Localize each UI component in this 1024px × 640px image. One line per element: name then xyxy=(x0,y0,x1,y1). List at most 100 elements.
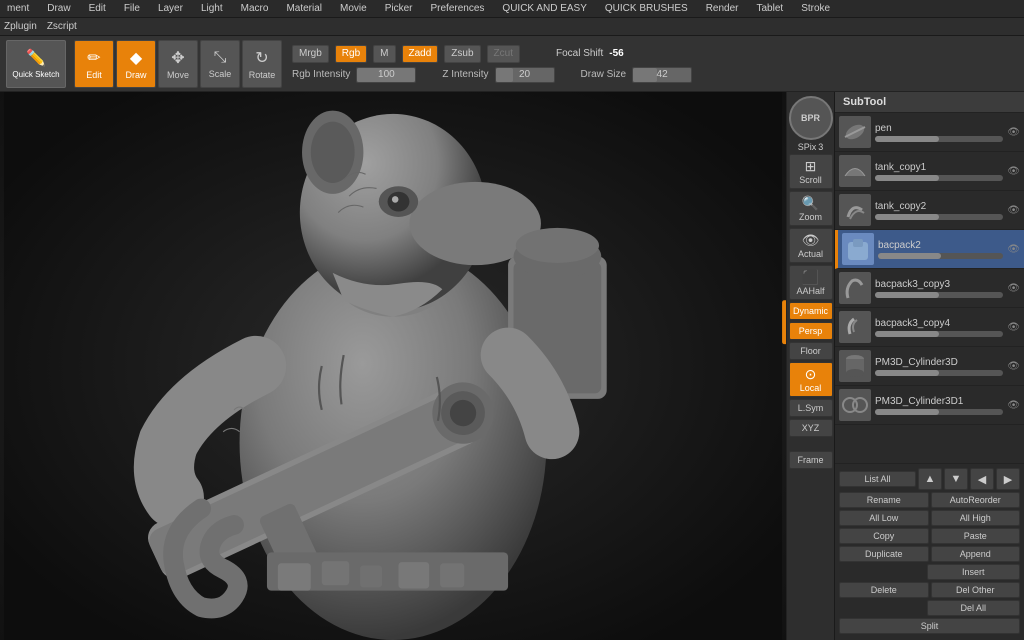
draw-button[interactable]: ◆ Draw xyxy=(116,40,156,88)
subtool-bacpack2[interactable]: bacpack2 👁 xyxy=(835,230,1024,269)
spix-label: SPix xyxy=(798,142,817,152)
subtool-bacpack3-copy4-name: bacpack3_copy4 xyxy=(875,318,1003,329)
subtool-list: pen 👁 tank_copy1 👁 xyxy=(835,113,1024,463)
copy-button[interactable]: Copy xyxy=(839,528,929,544)
scale-button[interactable]: ⤡ Scale xyxy=(200,40,240,88)
menu-light[interactable]: Light xyxy=(198,3,226,14)
xyz-button[interactable]: XYZ xyxy=(789,419,833,437)
lsym-button[interactable]: L.Sym xyxy=(789,399,833,417)
all-high-button[interactable]: All High xyxy=(931,510,1021,526)
rename-button[interactable]: Rename xyxy=(839,492,929,508)
subtool-tank-copy1-info: tank_copy1 xyxy=(875,162,1003,181)
subtool-panel: SubTool pen 👁 xyxy=(834,92,1024,640)
subtool-bacpack3-copy4[interactable]: bacpack3_copy4 👁 xyxy=(835,308,1024,347)
duplicate-button[interactable]: Duplicate xyxy=(839,546,929,562)
arrow-down-button[interactable]: ▼ xyxy=(944,468,968,490)
dynamic-button[interactable]: Dynamic xyxy=(789,302,833,320)
all-low-button[interactable]: All Low xyxy=(839,510,929,526)
eye-bacpack3c4[interactable]: 👁 xyxy=(1007,322,1020,333)
menu-quick-brushes[interactable]: QUICK BRUSHES xyxy=(602,3,691,14)
edit-icon: ✏ xyxy=(87,48,100,68)
rgb-button[interactable]: Rgb xyxy=(335,45,367,63)
z-intensity-slider[interactable]: 20 xyxy=(495,67,555,83)
menu-material[interactable]: Material xyxy=(283,3,325,14)
menu-tablet[interactable]: Tablet xyxy=(754,3,787,14)
rotate-button[interactable]: ↻ Rotate xyxy=(242,40,282,88)
menu-file[interactable]: File xyxy=(121,3,143,14)
aahalf-icon: ⬛ xyxy=(802,269,819,286)
delete-button[interactable]: Delete xyxy=(839,582,929,598)
zscript-btn[interactable]: Zscript xyxy=(47,21,77,32)
split-row: Split xyxy=(839,618,1020,634)
subtool-tank-copy2[interactable]: tank_copy2 👁 xyxy=(835,191,1024,230)
del-all-button[interactable]: Del All xyxy=(927,600,1021,616)
eye-pen[interactable]: 👁 xyxy=(1007,127,1020,138)
draw-size-slider[interactable]: 42 xyxy=(632,67,692,83)
zadd-button[interactable]: Zadd xyxy=(402,45,439,63)
auto-reorder-button[interactable]: AutoReorder xyxy=(931,492,1021,508)
mrgb-button[interactable]: Mrgb xyxy=(292,45,329,63)
bpr-button[interactable]: BPR xyxy=(789,96,833,140)
subtool-bacpack3-copy3[interactable]: bacpack3_copy3 👁 xyxy=(835,269,1024,308)
menu-ment[interactable]: ment xyxy=(4,3,32,14)
arrow-right-button[interactable]: ▶ xyxy=(996,468,1020,490)
viewport[interactable] xyxy=(0,92,786,640)
subtool-tank-copy1-name: tank_copy1 xyxy=(875,162,1003,173)
menu-stroke[interactable]: Stroke xyxy=(798,3,833,14)
subtool-pen[interactable]: pen 👁 xyxy=(835,113,1024,152)
subtool-cylinder3d[interactable]: PM3D_Cylinder3D 👁 xyxy=(835,347,1024,386)
floor-button[interactable]: Floor xyxy=(789,342,833,360)
subtool-cylinder3d1-slider xyxy=(875,409,1003,415)
menu-quick-easy[interactable]: QUICK AND EASY xyxy=(499,3,589,14)
persp-label: Persp xyxy=(799,326,823,336)
m-button[interactable]: M xyxy=(373,45,395,63)
eye-cyl3d[interactable]: 👁 xyxy=(1007,361,1020,372)
scroll-button[interactable]: ⊞ Scroll xyxy=(789,154,833,189)
floor-label: Floor xyxy=(800,346,821,356)
rgb-intensity-slider[interactable]: 100 xyxy=(356,67,416,83)
move-button[interactable]: ✥ Move xyxy=(158,40,198,88)
right-tool-panel: BPR SPix 3 ⊞ Scroll 🔍 Zoom 👁 Actual ⬛ AA… xyxy=(786,92,834,640)
menu-edit[interactable]: Edit xyxy=(86,3,109,14)
actual-icon: 👁 xyxy=(802,232,820,249)
arrow-left-button[interactable]: ◀ xyxy=(970,468,994,490)
persp-button[interactable]: Persp xyxy=(789,322,833,340)
menu-preferences[interactable]: Preferences xyxy=(428,3,488,14)
list-all-button[interactable]: List All xyxy=(839,471,916,487)
actual-button[interactable]: 👁 Actual xyxy=(789,228,833,263)
menu-render[interactable]: Render xyxy=(703,3,742,14)
edit-button[interactable]: ✏ Edit xyxy=(74,40,114,88)
subtool-cylinder3d1-name: PM3D_Cylinder3D1 xyxy=(875,396,1003,407)
menu-layer[interactable]: Layer xyxy=(155,3,186,14)
subtool-cylinder3d1[interactable]: PM3D_Cylinder3D1 👁 xyxy=(835,386,1024,425)
local-button[interactable]: ⊙ Local xyxy=(789,362,833,397)
subtool-pen-info: pen xyxy=(875,123,1003,142)
zplugin-btn[interactable]: Zplugin xyxy=(4,21,37,32)
eye-bacpack3c3[interactable]: 👁 xyxy=(1007,283,1020,294)
zcut-button[interactable]: Zcut xyxy=(487,45,520,63)
quick-sketch-button[interactable]: ✏️ Quick Sketch xyxy=(6,40,66,88)
eye-bacpack2[interactable]: 👁 xyxy=(1007,244,1020,255)
z-intensity-value: 20 xyxy=(496,69,554,80)
menu-movie[interactable]: Movie xyxy=(337,3,370,14)
insert-button[interactable]: Insert xyxy=(927,564,1021,580)
zoom-button[interactable]: 🔍 Zoom xyxy=(789,191,833,226)
eye-tank2[interactable]: 👁 xyxy=(1007,205,1020,216)
rgb-intensity-value: 100 xyxy=(357,69,415,80)
zsub-button[interactable]: Zsub xyxy=(444,45,480,63)
eye-cyl3d1[interactable]: 👁 xyxy=(1007,400,1020,411)
subtool-controls: List All ▲ ▼ ◀ ▶ Rename AutoReorder All … xyxy=(835,463,1024,640)
paste-button[interactable]: Paste xyxy=(931,528,1021,544)
quick-sketch-label: Quick Sketch xyxy=(12,70,59,79)
append-button[interactable]: Append xyxy=(931,546,1021,562)
subtool-tank-copy1[interactable]: tank_copy1 👁 xyxy=(835,152,1024,191)
eye-tank1[interactable]: 👁 xyxy=(1007,166,1020,177)
aahalf-button[interactable]: ⬛ AAHalf xyxy=(789,265,833,300)
split-button[interactable]: Split xyxy=(839,618,1020,634)
frame-button[interactable]: Frame xyxy=(789,451,833,469)
menu-macro[interactable]: Macro xyxy=(238,3,272,14)
arrow-up-button[interactable]: ▲ xyxy=(918,468,942,490)
menu-picker[interactable]: Picker xyxy=(382,3,416,14)
menu-draw[interactable]: Draw xyxy=(44,3,73,14)
del-other-button[interactable]: Del Other xyxy=(931,582,1021,598)
